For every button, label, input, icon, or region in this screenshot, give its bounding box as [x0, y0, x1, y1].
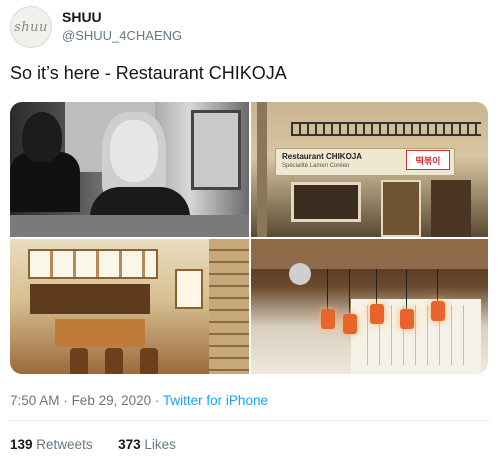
tweet-source-link[interactable]: Twitter for iPhone [163, 393, 268, 408]
photo-1[interactable] [10, 102, 249, 237]
tweet-text: So it’s here - Restaurant CHIKOJA [10, 63, 287, 83]
photo-3[interactable] [10, 239, 249, 374]
retweets-stat[interactable]: 139 Retweets [10, 437, 93, 452]
tweet-time[interactable]: 7:50 AM [10, 393, 60, 408]
sign-line-2: Spécialité Lamen Coréen [282, 163, 350, 169]
avatar[interactable]: shuu [10, 6, 52, 48]
user-handle[interactable]: @SHUU_4CHAENG [62, 28, 182, 43]
photo-2[interactable]: Restaurant CHIKOJA Spécialité Lamen Coré… [251, 102, 488, 237]
media-grid: Restaurant CHIKOJA Spécialité Lamen Coré… [10, 102, 488, 374]
korean-sign: 떡볶이 [406, 150, 450, 170]
tweet-header: shuu SHUU @SHUU_4CHAENG [10, 6, 490, 48]
meta-separator: · [63, 393, 68, 408]
tweet-date[interactable]: Feb 29, 2020 [72, 393, 152, 408]
retweets-count: 139 [10, 437, 33, 452]
photo-4[interactable] [251, 239, 488, 374]
tweet-meta: 7:50 AM · Feb 29, 2020 · Twitter for iPh… [10, 393, 268, 408]
meta-separator: · [154, 393, 160, 408]
sign-line-1: Restaurant CHIKOJA [282, 152, 363, 161]
avatar-logo-text: shuu [14, 19, 48, 35]
tweet-stats: 139 Retweets 373 Likes [10, 437, 176, 452]
retweets-label: Retweets [36, 437, 93, 452]
likes-label: Likes [144, 437, 176, 452]
display-name[interactable]: SHUU [62, 9, 102, 25]
likes-count: 373 [118, 437, 141, 452]
likes-stat[interactable]: 373 Likes [118, 437, 176, 452]
divider [10, 420, 490, 421]
